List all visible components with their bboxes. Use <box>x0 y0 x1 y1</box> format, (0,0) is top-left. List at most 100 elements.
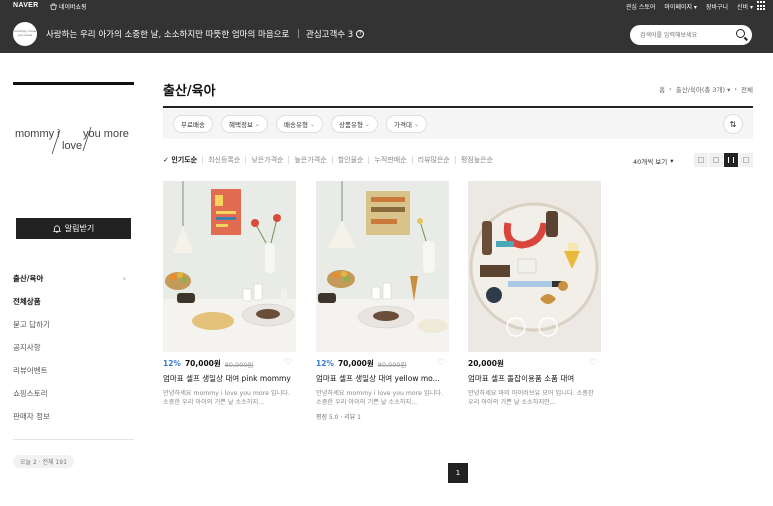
product-description: 안녕하세요 마미 아이러브유 모어 입니다. 소중한 우리 아이의 기쁜 날 소… <box>468 390 594 406</box>
sort-high-price[interactable]: 높은가격순 <box>288 156 331 164</box>
view-list-icon[interactable] <box>694 153 708 167</box>
search-icon[interactable] <box>736 29 745 38</box>
filter-bar: 무료배송 혜택정보 ⌄ 배송유형 ⌄ 상품유형 ⌄ 가격대 ⌄ ⇅ <box>163 109 753 139</box>
sidebar-top-rule <box>13 82 134 85</box>
sale-price: 70,000원 <box>337 359 374 368</box>
sort-discount[interactable]: 할인율순 <box>331 156 369 164</box>
filter-price-range[interactable]: 가격대 ⌄ <box>386 115 427 133</box>
rating-review: 평점 5.0 · 리뷰 1 <box>316 414 361 421</box>
product-image-yellow-party[interactable] <box>316 181 449 352</box>
per-page-select[interactable]: 40개씩 보기 ▾ <box>633 156 674 166</box>
notify-button[interactable]: 알림받기 <box>16 218 131 239</box>
original-price: 80,000원 <box>224 360 254 369</box>
product-description: 안녕하세요 mommy i love you more 입니다. 소중한 우리 … <box>163 390 290 406</box>
interest-count-label: 관심고객수 3 <box>306 30 354 40</box>
shopping-bag-icon <box>50 3 57 10</box>
sidebar-item-childbirth[interactable]: 출산/육아 › <box>13 267 134 290</box>
sidebar-item-shopping-story[interactable]: 쇼핑스토리 <box>13 382 134 405</box>
page-title: 출산/육아 <box>163 84 216 99</box>
help-icon[interactable]: ? <box>356 30 365 38</box>
view-grid-icon[interactable] <box>724 153 738 167</box>
sidebar-item-label: 공지사항 <box>13 343 41 352</box>
sidebar-item-label: 판매자 정보 <box>13 412 50 421</box>
sidebar-item-notice[interactable]: 공지사항 <box>13 336 134 359</box>
filter-settings-icon[interactable]: ⇅ <box>723 114 743 134</box>
interest-count: 관심고객수 3 ? <box>306 28 365 40</box>
view-list-large-icon[interactable] <box>709 153 723 167</box>
product-image-doljabi-props[interactable] <box>468 181 601 352</box>
filter-label: 무료배송 <box>181 121 205 129</box>
brand-logo[interactable]: mommy i love you more <box>13 124 134 164</box>
sidebar-item-qna[interactable]: 묻고 답하기 <box>13 313 134 336</box>
sort-sales[interactable]: 누적판매순 <box>368 156 411 164</box>
store-header: mommy i love you more 사랑하는 우리 아가의 소중한 날,… <box>0 12 773 53</box>
naver-shopping-label: 네이버쇼핑 <box>59 4 87 11</box>
filter-benefits[interactable]: 혜택정보 ⌄ <box>221 115 268 133</box>
naver-logo[interactable]: NAVER <box>13 2 38 9</box>
breadcrumb-category[interactable]: 출산/육아(총 3개) ▾ <box>676 84 731 94</box>
sidebar-item-label: 쇼핑스토리 <box>13 389 48 398</box>
chevron-down-icon: ⌄ <box>413 120 419 128</box>
sidebar-item-seller-info[interactable]: 판매자 정보 <box>13 405 134 428</box>
per-page-label: 40개씩 보기 <box>633 158 668 166</box>
pagination-page-1[interactable]: 1 <box>448 463 468 483</box>
filter-delivery-type[interactable]: 배송유형 ⌄ <box>276 115 323 133</box>
heart-icon[interactable]: ♡ <box>437 358 447 368</box>
my-page-menu[interactable]: 마이페이지 ▾ <box>664 2 697 11</box>
store-logo-text: mommy i love you more <box>14 29 36 37</box>
product-image-pink-party[interactable] <box>163 181 296 352</box>
breadcrumb-home[interactable]: 홈 <box>659 84 665 94</box>
sidebar-item-review-event[interactable]: 리뷰이벤트 <box>13 359 134 382</box>
sidebar-item-label: 전체상품 <box>13 297 41 306</box>
sort-popularity[interactable]: ✓ 인기도순 <box>163 156 202 164</box>
naver-shopping-link[interactable]: 네이버쇼핑 <box>50 2 87 11</box>
apps-grid-icon[interactable] <box>757 1 767 11</box>
view-gallery-icon[interactable] <box>739 153 753 167</box>
heart-icon[interactable]: ♡ <box>284 358 294 368</box>
discount-rate: 12% <box>163 359 181 368</box>
sort-rating[interactable]: 평점높은순 <box>454 156 498 164</box>
sale-price: 20,000원 <box>468 359 504 368</box>
view-toggle <box>694 153 753 167</box>
product-name[interactable]: 엄마표 셀프 생일상 대여 yellow mo... <box>316 373 446 384</box>
sort-newest[interactable]: 최신등록순 <box>202 156 245 164</box>
breadcrumb-all[interactable]: 전체 <box>741 84 753 94</box>
sort-reviews[interactable]: 리뷰많은순 <box>411 156 455 164</box>
brand-logo-art: mommy i love you more <box>15 126 129 155</box>
filter-label: 배송유형 <box>284 121 308 129</box>
caret-down-icon: ▾ <box>670 157 674 165</box>
user-menu[interactable]: 신비 ▾ <box>737 2 753 11</box>
breadcrumb-separator: › <box>669 85 672 93</box>
filter-label: 상품유형 <box>339 121 363 129</box>
original-price: 80,000원 <box>377 360 407 369</box>
product-description: 안녕하세요 mommy i love you more 입니다. 소중한 우리 … <box>316 390 443 406</box>
breadcrumb: 홈 › 출산/육아(총 3개) ▾ › 전체 <box>659 84 753 94</box>
filter-free-shipping[interactable]: 무료배송 <box>173 115 213 133</box>
chevron-down-icon: ⌄ <box>309 120 315 128</box>
heart-icon[interactable]: ♡ <box>589 358 599 368</box>
search-input[interactable] <box>640 28 730 42</box>
product-card[interactable]: 12% 70,000원 80,000원 ♡ 엄마표 셀프 생일상 대여 yell… <box>316 181 449 421</box>
sidebar-item-all-products[interactable]: 전체상품 <box>13 290 134 313</box>
bell-icon <box>52 224 61 233</box>
sidebar-item-label: 리뷰이벤트 <box>13 366 48 375</box>
sale-price: 70,000원 <box>184 359 221 368</box>
title-rule <box>163 106 753 108</box>
product-name[interactable]: 엄마표 셀프 돌잡이용품 소품 대여 <box>468 373 598 384</box>
breadcrumb-separator: › <box>734 85 738 93</box>
store-logo[interactable]: mommy i love you more <box>13 22 37 46</box>
cart-link[interactable]: 장바구니 <box>706 2 728 11</box>
search-box <box>630 25 752 45</box>
product-card[interactable]: 12% 70,000원 80,000원 ♡ 엄마표 셀프 생일상 대여 pink… <box>163 181 296 407</box>
price-line: 12% 70,000원 80,000원 ♡ <box>316 358 449 369</box>
sidebar-divider <box>13 439 134 440</box>
sort-low-price[interactable]: 낮은가격순 <box>245 156 288 164</box>
favorite-stores-link[interactable]: 관심 스토어 <box>626 2 656 11</box>
chevron-down-icon: ⌄ <box>364 120 370 128</box>
product-name[interactable]: 엄마표 셀프 생일상 대여 pink mommy <box>163 373 293 384</box>
chevron-down-icon: ⌄ <box>254 120 260 128</box>
brand-line-1: mommy i <box>15 128 60 140</box>
sidebar: mommy i love you more 알림받기 출산/육아 › 전체상품 묻… <box>13 82 134 468</box>
filter-product-type[interactable]: 상품유형 ⌄ <box>331 115 378 133</box>
product-card[interactable]: 20,000원 ♡ 엄마표 셀프 돌잡이용품 소품 대여 안녕하세요 마미 아이… <box>468 181 601 407</box>
